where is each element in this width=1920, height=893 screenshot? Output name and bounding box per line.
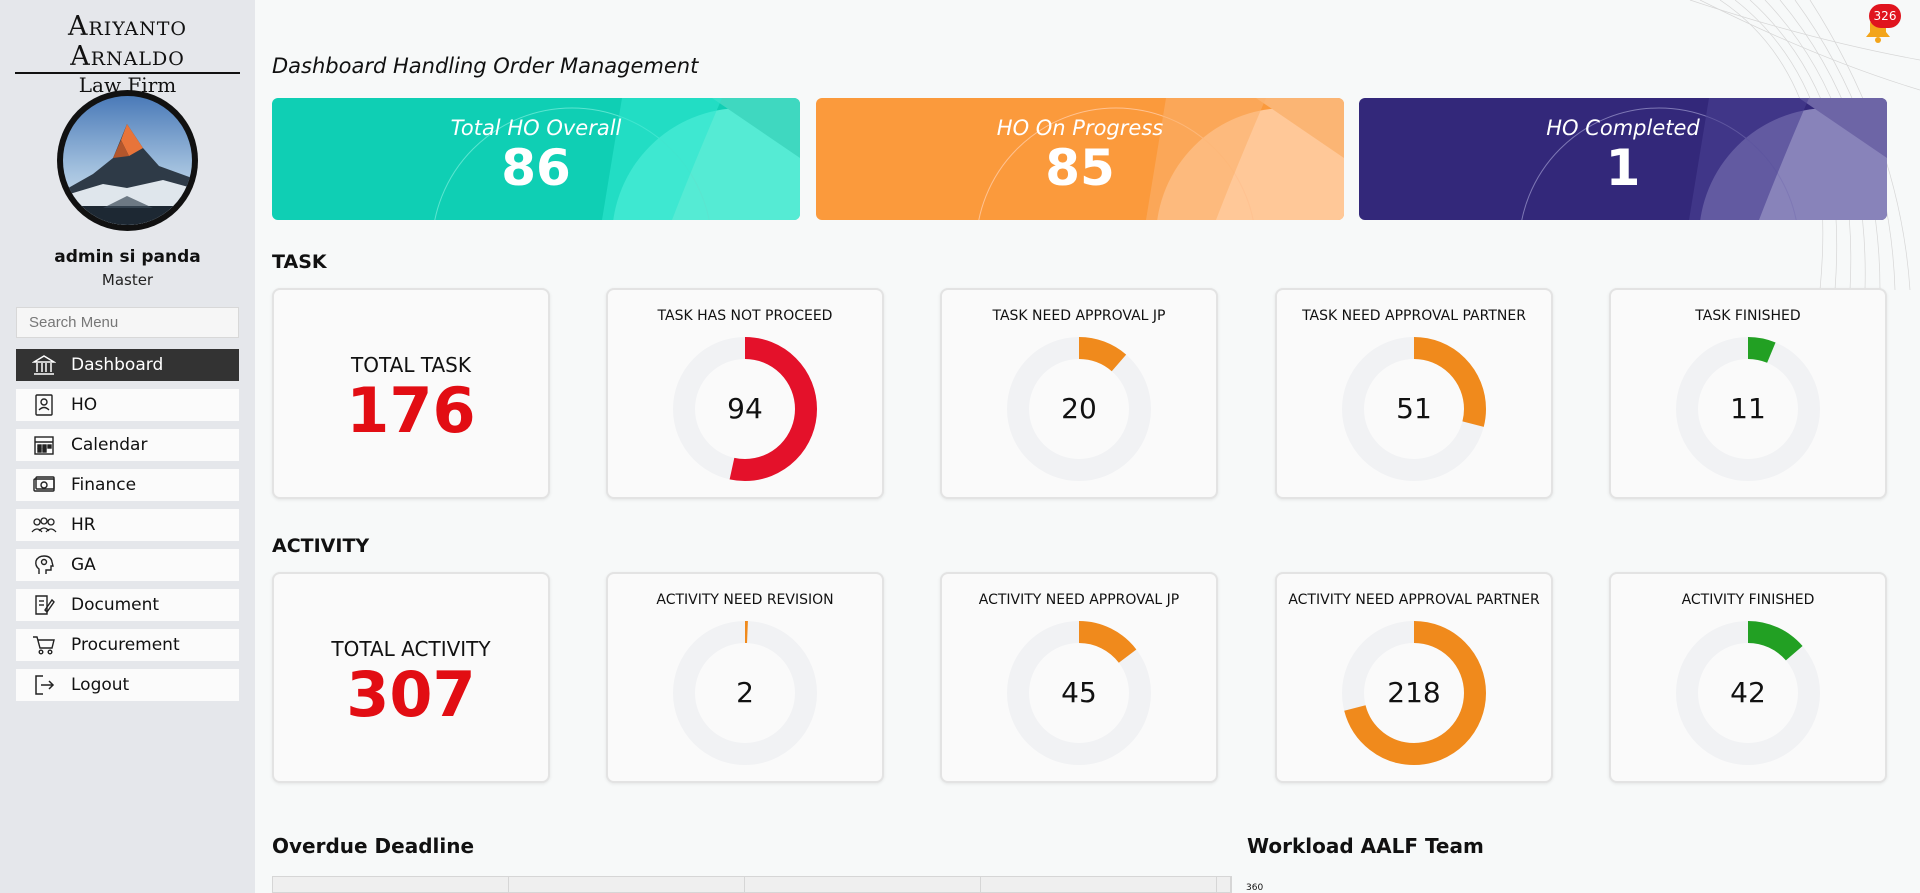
user-role: Master — [101, 271, 154, 289]
task-card-need-approval-partner[interactable]: TASK NEED APPROVAL PARTNER 51 — [1275, 288, 1553, 499]
card-title: TASK FINISHED — [1695, 308, 1801, 324]
workload-y-tick: 360 — [1246, 883, 1264, 893]
sidebar-item-calendar[interactable]: Calendar — [16, 429, 239, 461]
section-task-heading: TASK — [272, 251, 327, 273]
mountain-photo-icon — [63, 96, 192, 225]
card-value: 45 — [1061, 676, 1097, 709]
task-card-need-approval-jp[interactable]: TASK NEED APPROVAL JP 20 — [940, 288, 1218, 499]
sidebar-item-document[interactable]: Document — [16, 589, 239, 621]
logout-icon — [30, 673, 58, 697]
logo-line1: Ariyanto Arnaldo — [15, 12, 240, 74]
sidebar-item-hr[interactable]: HR — [16, 509, 239, 541]
section-activity-heading: ACTIVITY — [272, 535, 370, 557]
stat-label: HO Completed — [1546, 116, 1700, 140]
sidebar-menu: Dashboard HO Calendar Finance HR GA Docu… — [16, 349, 239, 709]
sidebar-item-label: Document — [71, 595, 160, 615]
activity-card-need-revision[interactable]: ACTIVITY NEED REVISION 2 — [606, 572, 884, 783]
sidebar-item-finance[interactable]: Finance — [16, 469, 239, 501]
total-task-card[interactable]: TOTAL TASK 176 — [272, 288, 550, 499]
task-card-finished[interactable]: TASK FINISHED 11 — [1609, 288, 1887, 499]
sidebar-item-label: GA — [71, 555, 96, 575]
total-activity-card[interactable]: TOTAL ACTIVITY 307 — [272, 572, 550, 783]
money-icon — [30, 473, 58, 497]
workload-heading: Workload AALF Team — [1247, 834, 1484, 858]
stat-value: 85 — [1045, 139, 1115, 197]
stat-card-total-ho[interactable]: Total HO Overall 86 — [272, 98, 800, 220]
sidebar-item-label: HO — [71, 395, 98, 415]
sidebar-item-label: Finance — [71, 475, 137, 495]
card-title: ACTIVITY NEED APPROVAL JP — [978, 592, 1180, 608]
card-value: 94 — [727, 392, 763, 425]
table-column — [981, 877, 1217, 892]
sidebar-item-logout[interactable]: Logout — [16, 669, 239, 701]
cart-icon — [30, 633, 58, 657]
avatar — [57, 90, 198, 231]
sidebar-item-label: Dashboard — [71, 355, 164, 375]
table-column — [745, 877, 981, 892]
card-title: TASK HAS NOT PROCEED — [657, 308, 833, 324]
card-value: 42 — [1730, 676, 1766, 709]
calendar-icon — [30, 433, 58, 457]
card-value: 11 — [1730, 392, 1766, 425]
card-value: 20 — [1061, 392, 1097, 425]
total-activity-value: 307 — [346, 658, 476, 731]
bank-icon — [30, 353, 58, 377]
activity-card-finished[interactable]: ACTIVITY FINISHED 42 — [1609, 572, 1887, 783]
stat-label: HO On Progress — [996, 116, 1164, 140]
document-person-icon — [30, 393, 58, 417]
activity-card-need-approval-partner[interactable]: ACTIVITY NEED APPROVAL PARTNER 218 — [1275, 572, 1553, 783]
page-title: Dashboard Handling Order Management — [272, 54, 699, 78]
card-value: 51 — [1396, 392, 1432, 425]
head-gear-icon — [30, 553, 58, 577]
table-column — [509, 877, 745, 892]
stat-card-ho-completed[interactable]: HO Completed 1 — [1359, 98, 1887, 220]
sidebar-item-label: Procurement — [71, 635, 180, 655]
sidebar-item-label: Logout — [71, 675, 130, 695]
card-title: ACTIVITY NEED APPROVAL PARTNER — [1288, 592, 1540, 608]
sidebar: Ariyanto Arnaldo Law Firm admin si panda… — [0, 0, 255, 893]
people-icon — [30, 513, 58, 537]
overdue-deadline-heading: Overdue Deadline — [272, 834, 475, 858]
sidebar-item-ga[interactable]: GA — [16, 549, 239, 581]
activity-card-need-approval-jp[interactable]: ACTIVITY NEED APPROVAL JP 45 — [940, 572, 1218, 783]
stat-value: 86 — [501, 139, 571, 197]
main-content: Dashboard Handling Order Management 326 … — [255, 0, 1920, 893]
table-column — [273, 877, 509, 892]
card-title: ACTIVITY NEED REVISION — [656, 592, 834, 608]
table-column — [1217, 877, 1231, 892]
sidebar-item-procurement[interactable]: Procurement — [16, 629, 239, 661]
document-edit-icon — [30, 593, 58, 617]
card-title: TASK NEED APPROVAL JP — [992, 308, 1166, 324]
stat-card-ho-on-progress[interactable]: HO On Progress 85 — [816, 98, 1344, 220]
sidebar-item-dashboard[interactable]: Dashboard — [16, 349, 239, 381]
overdue-table-header — [272, 876, 1232, 893]
task-card-not-proceed[interactable]: TASK HAS NOT PROCEED 94 — [606, 288, 884, 499]
sidebar-item-label: Calendar — [71, 435, 148, 455]
notification-badge: 326 — [1869, 4, 1901, 28]
card-title: TASK NEED APPROVAL PARTNER — [1302, 308, 1526, 324]
card-value: 2 — [736, 676, 754, 709]
card-value: 218 — [1387, 676, 1441, 709]
sidebar-item-ho[interactable]: HO — [16, 389, 239, 421]
stat-value: 1 — [1605, 139, 1641, 197]
firm-logo[interactable]: Ariyanto Arnaldo Law Firm — [15, 12, 240, 96]
search-menu-input[interactable] — [16, 307, 239, 338]
total-task-value: 176 — [346, 374, 476, 447]
sidebar-item-label: HR — [71, 515, 96, 535]
stat-label: Total HO Overall — [450, 116, 622, 140]
user-name: admin si panda — [54, 247, 201, 267]
card-title: ACTIVITY FINISHED — [1681, 592, 1815, 608]
